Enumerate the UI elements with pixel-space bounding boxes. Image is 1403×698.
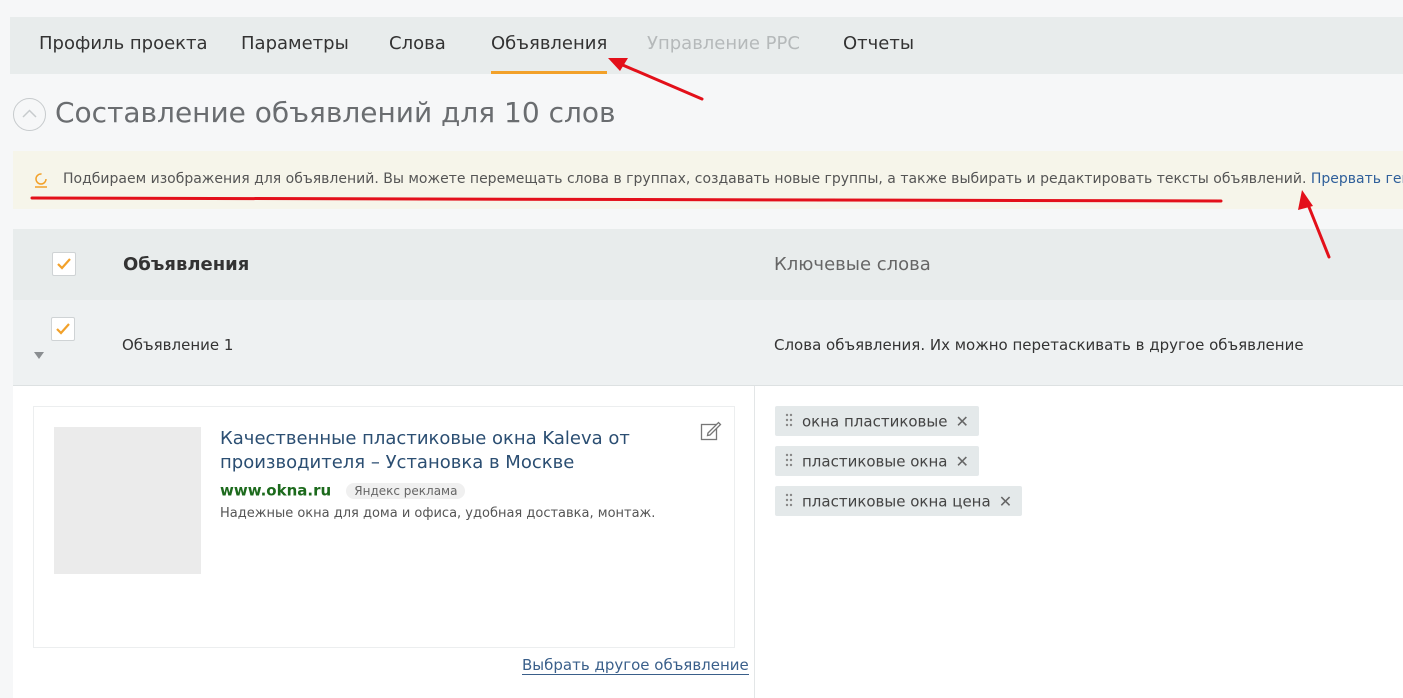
spinner-icon	[35, 173, 47, 188]
ad-description: Надежные окна для дома и офиса, удобная …	[220, 506, 656, 521]
notice-message: Подбираем изображения для объявлений. Вы…	[63, 171, 1307, 187]
keyword-text: пластиковые окна цена	[802, 492, 991, 511]
keyword-text: пластиковые окна	[802, 452, 948, 471]
ad-group-name: Объявление 1	[122, 336, 234, 354]
drag-handle-icon[interactable]	[784, 413, 794, 427]
ad-title: Качественные пластиковые окна Kaleva от …	[220, 428, 630, 473]
collapse-button[interactable]	[13, 98, 46, 131]
select-all-checkbox[interactable]	[52, 252, 76, 276]
checkmark-icon	[57, 258, 71, 270]
drag-handle-icon[interactable]	[784, 493, 794, 507]
table-header: Объявления Ключевые слова	[13, 229, 1403, 300]
keyword-chip[interactable]: пластиковые окна цена ✕	[775, 486, 1023, 517]
remove-icon[interactable]: ✕	[955, 447, 968, 477]
remove-icon[interactable]: ✕	[999, 487, 1012, 517]
row-checkbox[interactable]	[51, 317, 75, 341]
generation-notice: Подбираем изображения для объявлений. Вы…	[13, 151, 1403, 209]
keyword-chip[interactable]: окна пластиковые ✕	[775, 406, 979, 436]
column-header-ads: Объявления	[123, 254, 250, 275]
expand-arrow-icon[interactable]	[34, 352, 44, 359]
ad-image-placeholder	[54, 427, 201, 574]
drag-handle-icon[interactable]	[784, 453, 794, 467]
notice-text-container: Подбираем изображения для объявлений. Вы…	[63, 171, 1403, 187]
table-row: Объявление 1 Слова объявления. Их можно …	[13, 300, 1403, 386]
ad-preview-panel: Качественные пластиковые окна Kaleva от …	[13, 386, 755, 698]
keyword-chip[interactable]: пластиковые окна ✕	[775, 446, 979, 476]
checkmark-icon	[56, 323, 70, 335]
page-title: Составление объявлений для 10 слов	[55, 96, 616, 129]
remove-icon[interactable]: ✕	[955, 407, 968, 437]
tab-parameters[interactable]: Параметры	[241, 17, 349, 74]
project-tabs: Профиль проекта Параметры Слова Объявлен…	[10, 17, 1403, 74]
ad-card: Качественные пластиковые окна Kaleva от …	[33, 406, 735, 648]
tab-project-profile[interactable]: Профиль проекта	[39, 17, 208, 74]
ad-domain: www.okna.ru	[220, 481, 332, 500]
edit-icon[interactable]	[700, 419, 722, 441]
stop-generation-link[interactable]: Прервать генерацию	[1311, 171, 1403, 187]
tab-words[interactable]: Слова	[389, 17, 446, 74]
column-header-keywords: Ключевые слова	[774, 254, 931, 275]
tab-ads[interactable]: Объявления	[491, 17, 608, 74]
keyword-text: окна пластиковые	[802, 412, 948, 431]
ad-domain-row: www.okna.ru Яндекс реклама	[220, 480, 466, 502]
tab-reports[interactable]: Отчеты	[843, 17, 914, 74]
ad-badge: Яндекс реклама	[346, 482, 466, 499]
tab-ppc-management: Управление PPC	[647, 33, 800, 54]
keywords-hint: Слова объявления. Их можно перетаскивать…	[774, 336, 1304, 354]
chevron-up-icon	[22, 109, 37, 118]
keywords-panel: окна пластиковые ✕ пластиковые окна ✕ плас…	[755, 386, 1403, 698]
choose-other-ad-link[interactable]: Выбрать другое объявление	[522, 656, 749, 675]
